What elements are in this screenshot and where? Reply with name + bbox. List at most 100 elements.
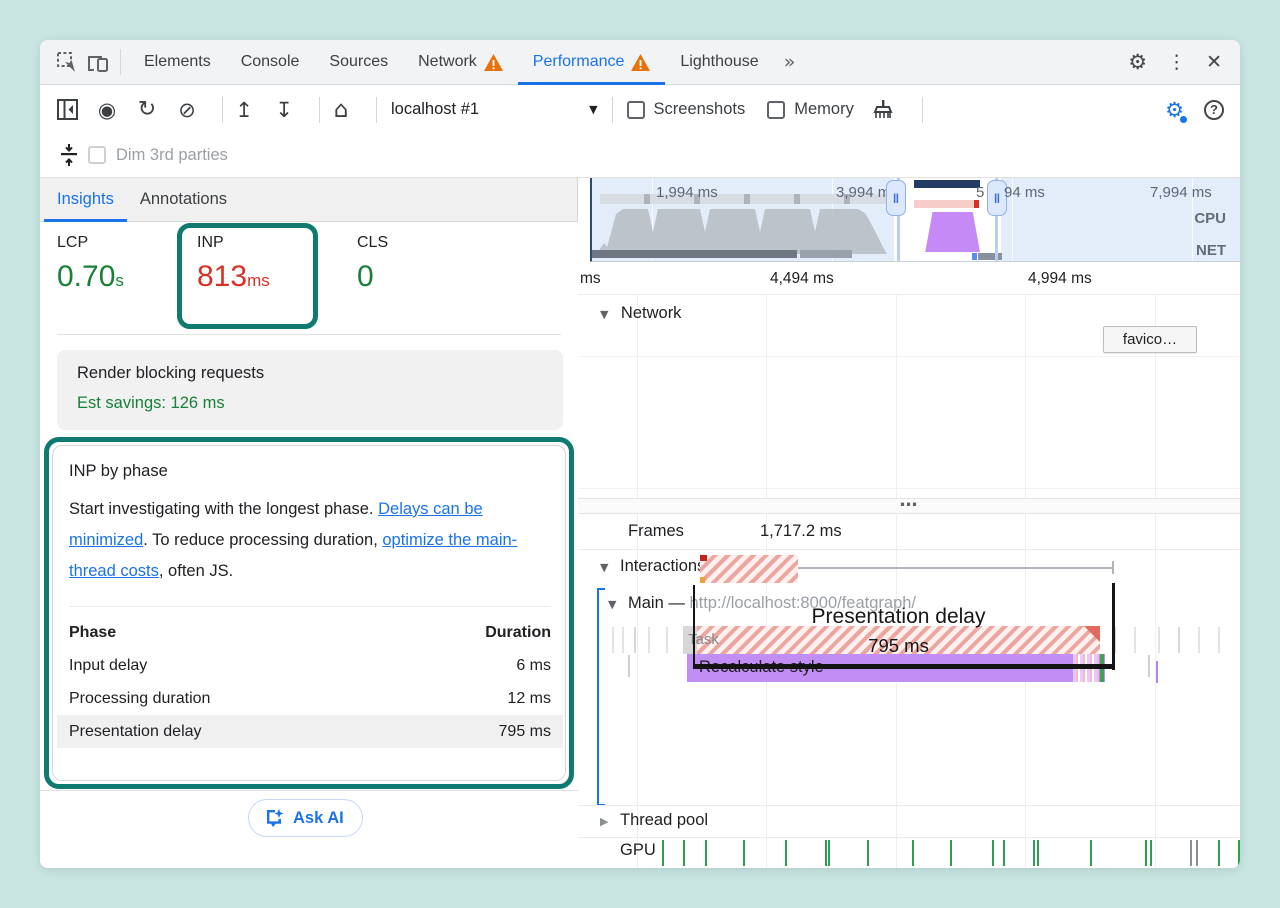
overview-tick: 7,994 ms: [1150, 184, 1212, 201]
overlay-phase-title: Presentation delay: [697, 605, 1100, 629]
drag-dots-icon: …: [578, 490, 1240, 511]
tab-annotations[interactable]: Annotations: [127, 178, 240, 222]
window-interaction-end: [974, 200, 979, 208]
measure-bracket-bottom: [693, 664, 1114, 669]
window-handle-left[interactable]: ‖: [886, 180, 906, 216]
divider: [578, 294, 1240, 295]
insights-sidebar: Insights Annotations LCP 0.70s INP 813ms…: [40, 178, 578, 868]
toolbar-right: ⚙ ?: [1165, 98, 1240, 122]
expander-open-icon: ▼: [600, 561, 608, 574]
track-splitter[interactable]: …: [578, 498, 1240, 514]
inspect-element-icon[interactable]: [52, 47, 82, 77]
estimated-savings: Est savings: 126 ms: [77, 394, 225, 413]
tab-insights[interactable]: Insights: [44, 178, 127, 222]
target-select[interactable]: localhost #1: [391, 100, 479, 119]
close-icon[interactable]: ✕: [1206, 51, 1222, 73]
capture-settings-gear-icon[interactable]: ⚙: [1165, 98, 1184, 122]
main-thread-track[interactable]: ▼ Main — http://localhost:8000/featgraph…: [578, 588, 1240, 806]
metric-value: 0.70s: [57, 260, 124, 294]
tab-sources[interactable]: Sources: [314, 40, 403, 85]
memory-checkbox[interactable]: [767, 101, 785, 119]
tab-label: Insights: [57, 190, 114, 209]
timeline-overview[interactable]: 1,994 ms 3,994 m 5 94 ms 7,994 ms ‖ ‖ CP…: [590, 178, 1240, 262]
separator: [319, 97, 320, 123]
tab-console[interactable]: Console: [226, 40, 315, 85]
device-toolbar-icon[interactable]: [82, 47, 112, 77]
upload-profile-icon[interactable]: ↥: [231, 97, 257, 123]
ask-ai-label: Ask AI: [293, 809, 344, 828]
tab-lighthouse[interactable]: Lighthouse: [665, 40, 773, 85]
record-icon[interactable]: ◉: [94, 97, 120, 123]
interaction-event-bar[interactable]: [700, 555, 798, 583]
toggle-sidebar-icon[interactable]: [54, 97, 80, 123]
separator: [376, 97, 377, 123]
settings-gear-icon[interactable]: ⚙: [1128, 50, 1147, 74]
download-profile-icon[interactable]: ↧: [271, 97, 297, 123]
divider: [57, 334, 561, 335]
home-icon[interactable]: ⌂: [328, 97, 354, 123]
cpu-lane-label: CPU: [1194, 210, 1226, 227]
frames-track[interactable]: Frames 1,717.2 ms: [578, 515, 1240, 550]
network-request-favicon[interactable]: favico…: [1103, 326, 1197, 353]
timeline-pane: 1,994 ms 3,994 m 5 94 ms 7,994 ms ‖ ‖ CP…: [578, 178, 1240, 868]
clear-icon[interactable]: ⊘: [174, 97, 200, 123]
metric-value: 813ms: [197, 260, 270, 294]
tab-performance[interactable]: Performance: [518, 40, 666, 85]
interactions-track[interactable]: ▼ Interactions: [578, 550, 1240, 588]
network-track-header[interactable]: ▼ Network: [600, 304, 681, 323]
tab-bar-right: ⚙ ⋮ ✕: [1128, 50, 1240, 74]
interaction-queue-marker: [700, 577, 705, 583]
tab-label: Sources: [329, 53, 388, 71]
metric-cls[interactable]: CLS 0: [357, 234, 388, 294]
table-row[interactable]: Presentation delay795 ms: [57, 715, 563, 748]
separator: [120, 49, 121, 75]
column-duration: Duration: [485, 624, 551, 642]
metric-value: 0: [357, 260, 388, 294]
dim-3rd-parties-checkbox[interactable]: [88, 146, 106, 164]
reload-record-icon[interactable]: ↻: [134, 97, 160, 123]
separator: [612, 97, 613, 123]
network-throttle-icon[interactable]: [56, 142, 82, 168]
table-row[interactable]: Input delay6 ms: [57, 649, 563, 682]
target-caret-icon[interactable]: ▼: [589, 103, 597, 116]
metric-name: INP: [197, 234, 270, 252]
thread-pool-track[interactable]: ▶ Thread pool: [578, 805, 1240, 838]
kebab-menu-icon[interactable]: ⋮: [1167, 51, 1186, 73]
overview-tick: 5: [976, 184, 984, 201]
render-blocking-card[interactable]: Render blocking requests Est savings: 12…: [57, 350, 563, 430]
ruler-tick: 4,994 ms: [1028, 270, 1092, 288]
overview-tick: 1,994 ms: [656, 184, 718, 201]
track-label: Thread pool: [620, 811, 708, 830]
net-lane-label: NET: [1196, 242, 1226, 259]
phase-table-header: Phase Duration: [57, 616, 563, 649]
separator: [922, 97, 923, 123]
screenshots-checkbox[interactable]: [627, 101, 645, 119]
garbage-collect-icon[interactable]: [870, 97, 896, 123]
expander-closed-icon: ▶: [600, 815, 608, 828]
sub-toolbar: Dim 3rd parties: [40, 133, 1240, 178]
performance-toolbar: ◉ ↻ ⊘ ↥ ↧ ⌂ localhost #1 ▼ Screenshots M…: [40, 86, 1240, 133]
card-description: Start investigating with the longest pha…: [69, 494, 551, 587]
overview-tick: 94 ms: [1004, 184, 1045, 201]
help-icon[interactable]: ?: [1204, 100, 1224, 120]
window-interaction-bar: [914, 200, 974, 208]
track-label: Network: [621, 304, 682, 322]
metric-inp[interactable]: INP 813ms: [197, 234, 270, 294]
tab-elements[interactable]: Elements: [129, 40, 226, 85]
devtools-tab-bar: Elements Console Sources Network Perform…: [40, 40, 1240, 85]
tab-label: Elements: [144, 53, 211, 71]
metric-name: CLS: [357, 234, 388, 252]
tab-label: Network: [418, 53, 477, 71]
screenshots-label: Screenshots: [654, 100, 746, 119]
gpu-track[interactable]: GPU: [578, 838, 1240, 868]
more-tabs-icon[interactable]: »: [774, 51, 804, 73]
ask-ai-button[interactable]: Ask AI: [248, 799, 363, 837]
ai-chat-icon: [263, 807, 285, 829]
bracket-corner: [597, 588, 605, 590]
tab-network[interactable]: Network: [403, 40, 518, 85]
grip-icon: ‖: [893, 191, 899, 206]
ruler-tick: ms: [580, 270, 601, 288]
separator: [222, 97, 223, 123]
metric-lcp[interactable]: LCP 0.70s: [57, 234, 124, 294]
table-row[interactable]: Processing duration12 ms: [57, 682, 563, 715]
